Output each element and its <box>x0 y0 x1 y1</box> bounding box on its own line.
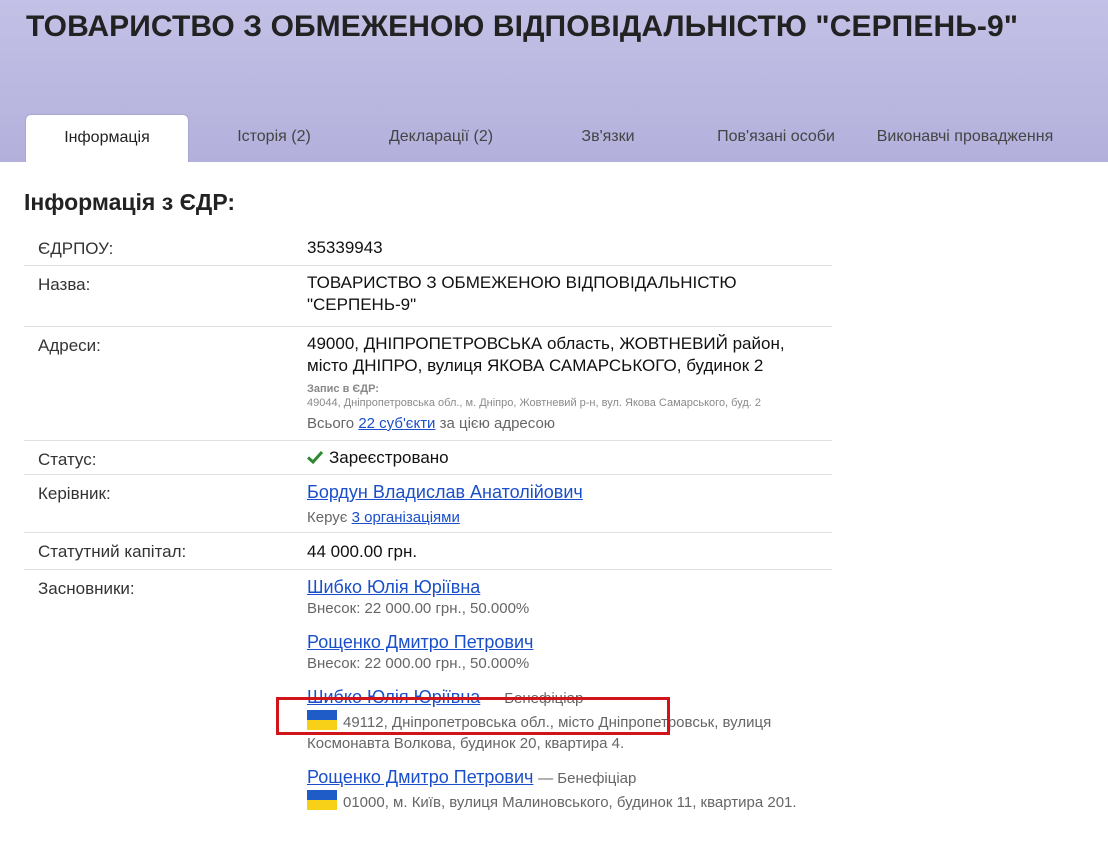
founder-name-link[interactable]: Шибко Юлія Юріївна <box>307 577 480 597</box>
founders-label: Засновники: <box>38 579 135 598</box>
beneficiary-item: Рощенко Дмитро Петрович — Бенефіціар 010… <box>307 766 812 813</box>
ukraine-flag-icon <box>307 710 337 730</box>
tab-history[interactable]: Історія (2) <box>200 114 348 162</box>
director-label: Керівник: <box>38 484 111 503</box>
tab-information[interactable]: Інформація <box>25 114 189 162</box>
ukraine-flag-icon <box>307 790 337 810</box>
founder-share: Внесок: 22 000.00 грн., 50.000% <box>307 655 530 672</box>
beneficiary-address: 49112, Дніпропетровська обл., місто Дніп… <box>307 714 772 752</box>
beneficiary-name-link[interactable]: Шибко Юлія Юріївна <box>307 687 480 707</box>
status-label: Статус: <box>38 450 97 469</box>
beneficiary-item: Шибко Юлія Юріївна — Бенефіціар 49112, Д… <box>307 686 812 754</box>
edrpou-value: 35339943 <box>307 238 383 257</box>
address-value: 49000, ДНІПРОПЕТРОВСЬКА область, ЖОВТНЕВ… <box>307 334 785 375</box>
beneficiary-name-link[interactable]: Рощенко Дмитро Петрович <box>307 767 533 787</box>
beneficiary-address: 01000, м. Київ, вулиця Малиновського, бу… <box>343 794 797 811</box>
beneficiary-role: — Бенефіціар <box>538 770 637 787</box>
address-label: Адреси: <box>38 336 101 355</box>
name-row: Назва: ТОВАРИСТВО З ОБМЕЖЕНОЮ ВІДПОВІДАЛ… <box>24 266 832 327</box>
check-icon <box>307 450 323 464</box>
edrpou-row: ЄДРПОУ: 35339943 <box>24 230 832 266</box>
capital-value: 44 000.00 грн. <box>307 542 418 561</box>
tab-bar: Інформація Історія (2) Декларації (2) Зв… <box>0 114 1108 162</box>
edr-record-value: 49044, Дніпропетровська обл., м. Дніпро,… <box>307 397 762 409</box>
address-row: Адреси: 49000, ДНІПРОПЕТРОВСЬКА область,… <box>24 327 832 441</box>
edrpou-label: ЄДРПОУ: <box>38 239 114 258</box>
edr-info-table: ЄДРПОУ: 35339943 Назва: ТОВАРИСТВО З ОБМ… <box>24 230 832 825</box>
director-name-link[interactable]: Бордун Владислав Анатолійович <box>307 482 583 502</box>
name-value: ТОВАРИСТВО З ОБМЕЖЕНОЮ ВІДПОВІДАЛЬНІСТЮ … <box>307 273 737 314</box>
founder-name-link[interactable]: Рощенко Дмитро Петрович <box>307 632 533 652</box>
edr-record-label: Запис в ЄДР: <box>307 383 379 395</box>
section-title: Інформація з ЄДР: <box>24 189 236 215</box>
status-row: Статус: Зареєстровано <box>24 441 832 475</box>
founders-row: Засновники: Шибко Юлія Юріївна Внесок: 2… <box>24 570 832 813</box>
founder-item: Рощенко Дмитро Петрович Внесок: 22 000.0… <box>307 631 812 674</box>
capital-row: Статутний капітал: 44 000.00 грн. <box>24 533 832 570</box>
manages-prefix: Керує <box>307 509 348 526</box>
founder-share: Внесок: 22 000.00 грн., 50.000% <box>307 600 530 617</box>
beneficiary-role: — Бенефіціар <box>485 690 584 707</box>
tab-enforcement-proceedings[interactable]: Виконавчі провадження <box>866 114 1064 162</box>
subjects-suffix: за цією адресою <box>439 415 556 432</box>
managed-organizations-link[interactable]: 3 організаціями <box>352 509 460 526</box>
subjects-at-address-link[interactable]: 22 суб'єкти <box>358 415 435 432</box>
status-value: Зареєстровано <box>329 448 449 467</box>
tab-related-persons[interactable]: Пов'язані особи <box>706 114 846 162</box>
founder-item: Шибко Юлія Юріївна Внесок: 22 000.00 грн… <box>307 576 812 619</box>
subjects-prefix: Всього <box>307 415 355 432</box>
director-row: Керівник: Бордун Владислав Анатолійович … <box>24 475 832 533</box>
page-header: ТОВАРИСТВО З ОБМЕЖЕНОЮ ВІДПОВІДАЛЬНІСТЮ … <box>0 0 1108 162</box>
capital-label: Статутний капітал: <box>38 542 187 561</box>
company-title: ТОВАРИСТВО З ОБМЕЖЕНОЮ ВІДПОВІДАЛЬНІСТЮ … <box>26 10 1019 43</box>
tab-declarations[interactable]: Декларації (2) <box>366 114 516 162</box>
name-label: Назва: <box>38 275 91 294</box>
tab-connections[interactable]: Зв'язки <box>545 114 671 162</box>
